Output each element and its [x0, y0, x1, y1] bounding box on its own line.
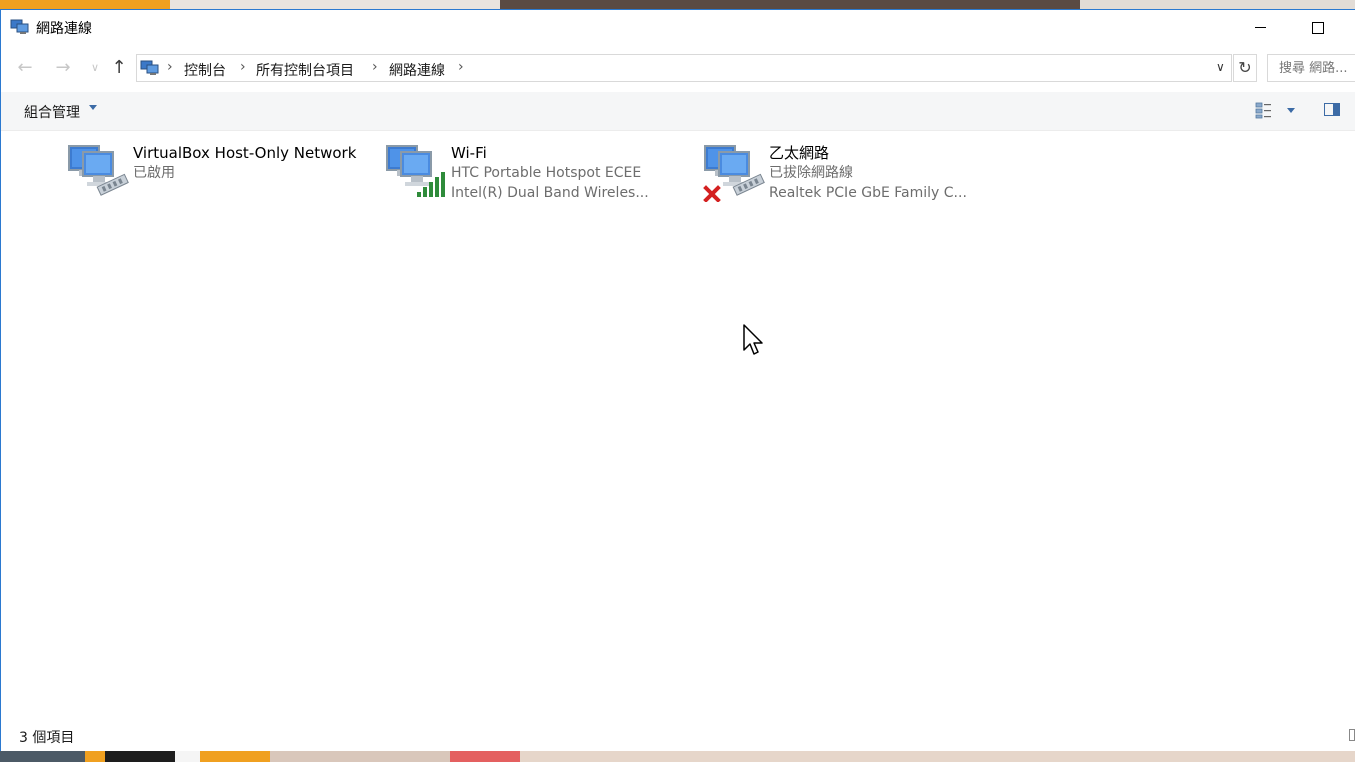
breadcrumb-chevron-icon[interactable]: ›	[167, 59, 173, 75]
wired-network-icon	[703, 145, 765, 202]
connection-adapter: Intel(R) Dual Band Wireles...	[451, 185, 649, 201]
recent-locations-chevron-down-icon[interactable]: ∨	[83, 56, 107, 80]
network-connections-icon	[140, 60, 159, 75]
breadcrumb-all-items[interactable]: 所有控制台項目	[256, 60, 354, 80]
connection-text: 乙太網路 已拔除網路線 Realtek PCIe GbE Family C...	[769, 144, 1029, 203]
taskbar-strip	[0, 750, 1355, 762]
details-view-icon[interactable]	[1349, 729, 1355, 741]
arrow-left-icon[interactable]: ←	[13, 56, 37, 80]
connection-name: Wi-Fi	[451, 144, 487, 162]
mouse-pointer-icon	[743, 324, 763, 355]
breadcrumb-chevron-icon[interactable]: ›	[240, 59, 246, 75]
window-title: 網路連線	[36, 21, 92, 37]
connection-network: HTC Portable Hotspot ECEE	[451, 165, 642, 181]
connection-text: VirtualBox Host-Only Network 已啟用	[133, 144, 393, 183]
breadcrumb-control-panel[interactable]: 控制台	[184, 60, 226, 80]
breadcrumb-chevron-icon[interactable]: ›	[372, 59, 378, 75]
connection-adapter: Realtek PCIe GbE Family C...	[769, 185, 967, 201]
organize-button[interactable]: 組合管理	[24, 102, 80, 122]
change-view-icon[interactable]	[1255, 101, 1273, 119]
wired-network-icon	[68, 145, 129, 196]
address-history-chevron-down-icon[interactable]: ∨	[1216, 60, 1225, 74]
arrow-up-icon[interactable]: ↑	[107, 56, 131, 80]
minimize-button[interactable]	[1238, 10, 1284, 44]
breadcrumb-network-connections[interactable]: 網路連線	[389, 60, 445, 80]
arrow-right-icon[interactable]: →	[51, 56, 75, 80]
connection-status: 已拔除網路線	[769, 165, 853, 181]
status-bar: 3 個項目	[1, 725, 1355, 751]
item-count: 3 個項目	[19, 730, 75, 746]
navigation-bar: ← → ∨ ↑ › 控制台 › 所有控制台項目 › 網路連線 › ∨ ↻	[1, 54, 1355, 84]
connection-name: 乙太網路	[769, 144, 830, 162]
red-x-icon	[703, 185, 721, 202]
network-connections-icon	[10, 19, 29, 34]
address-bar[interactable]: › 控制台 › 所有控制台項目 › 網路連線 › ∨	[136, 54, 1232, 82]
connection-name: VirtualBox Host-Only Network	[133, 144, 357, 162]
search-input[interactable]	[1277, 60, 1355, 77]
caret-down-icon[interactable]	[89, 105, 97, 110]
breadcrumb-chevron-icon[interactable]: ›	[458, 59, 464, 75]
preview-pane-icon[interactable]	[1324, 103, 1340, 116]
connection-status: 已啟用	[133, 165, 175, 181]
view-options-caret-icon[interactable]	[1287, 108, 1295, 113]
command-bar: 組合管理	[1, 92, 1355, 131]
connection-text: Wi-Fi HTC Portable Hotspot ECEE Intel(R)…	[451, 144, 711, 203]
explorer-window: 網路連線 ← → ∨ ↑ › 控制台 › 所有控制台項目 › 網路連線 › ∨ …	[0, 9, 1355, 751]
title-bar[interactable]: 網路連線	[1, 10, 1355, 44]
search-box[interactable]	[1267, 54, 1355, 82]
maximize-button[interactable]	[1295, 10, 1341, 44]
wifi-network-icon	[386, 145, 445, 197]
refresh-icon[interactable]: ↻	[1233, 54, 1257, 82]
